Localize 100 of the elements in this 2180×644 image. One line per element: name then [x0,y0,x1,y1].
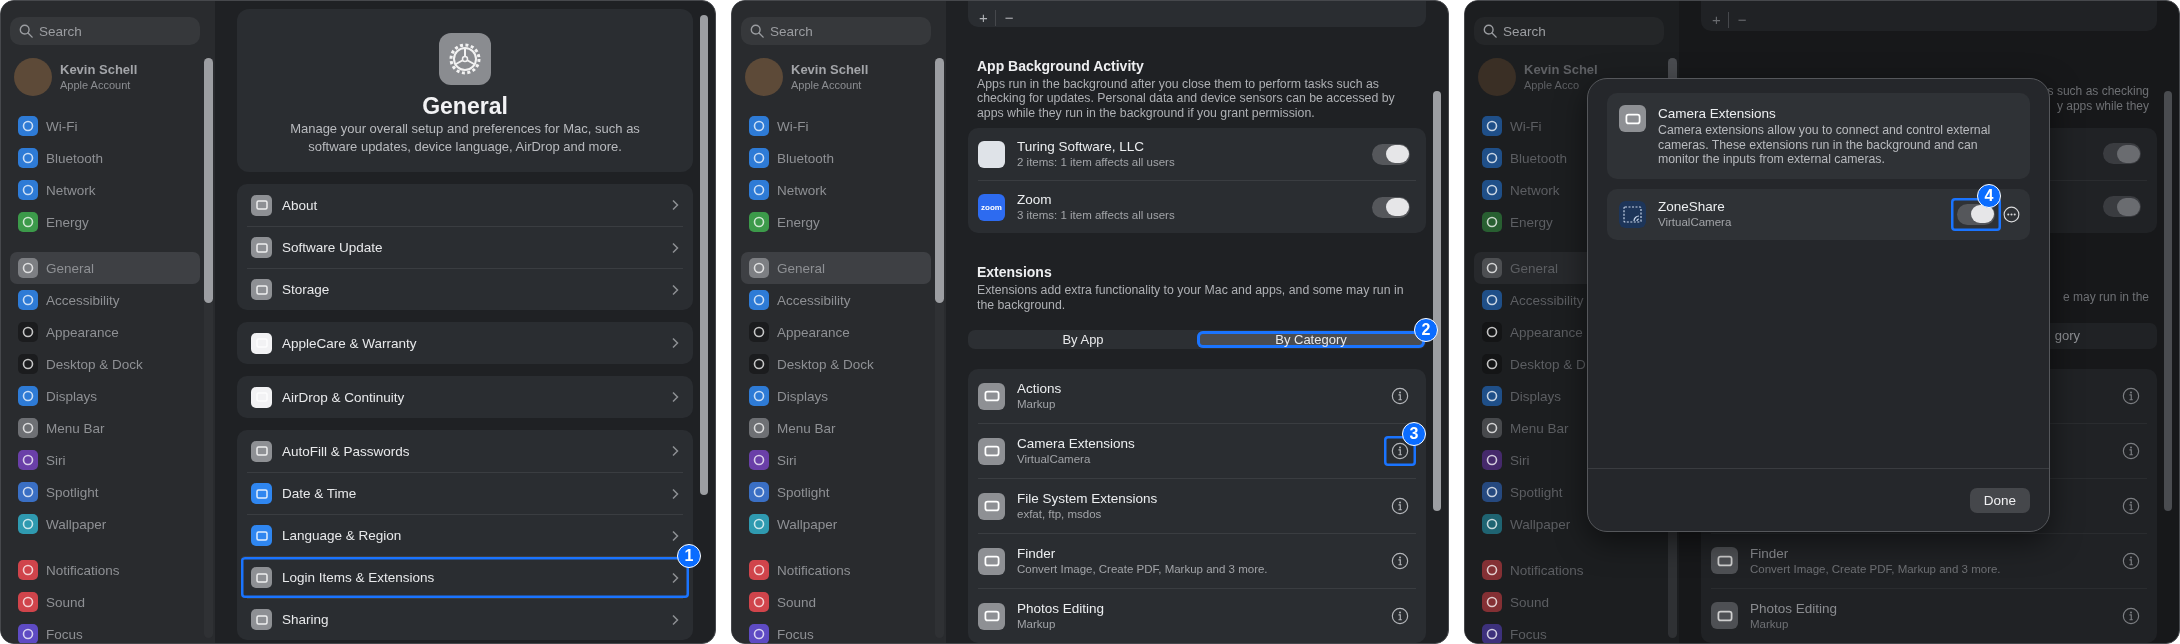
scrollbar-thumb[interactable] [204,58,213,303]
row-label: Sharing [282,612,329,627]
sidebar-item[interactable]: Spotlight [741,476,931,508]
settings-row[interactable]: Software Update [247,226,683,268]
sidebar-item[interactable]: Displays [741,380,931,412]
extension-subtitle: exfat, ftp, msdos [1017,507,1103,522]
sidebar-item[interactable]: Bluetooth [741,142,931,174]
sidebar-item[interactable]: Spotlight [1474,476,1664,508]
toolbar-button[interactable]: + [972,9,996,26]
settings-row[interactable]: Language & Region [247,514,683,556]
extension-subtitle: Convert Image, Create PDF, Markup and 3 more. [1750,562,2001,577]
sidebar-item[interactable]: Sound [741,586,931,618]
sidebar-item[interactable]: General [10,252,200,284]
app-name: Turing Software, LLC [1017,138,1146,155]
search-icon [19,24,33,38]
search-icon [1483,24,1497,38]
settings-row[interactable]: AppleCare & Warranty [247,322,683,364]
extension-title: Photos Editing [1017,600,1105,617]
sidebar-item[interactable]: Wi-Fi [741,110,931,142]
settings-row[interactable]: AirDrop & Continuity [247,376,683,418]
sidebar-item[interactable]: Displays [1474,380,1664,412]
avatar-photo-placeholder [745,58,783,96]
sidebar-item[interactable]: Network [741,174,931,206]
sidebar-item[interactable]: Accessibility [741,284,931,316]
toolbar-button[interactable]: − [1730,12,1754,29]
settings-row[interactable]: Date & Time [247,472,683,514]
settings-row[interactable]: About [247,184,683,226]
toolbar-button[interactable]: + [1705,12,1729,29]
info-icon [2122,607,2140,625]
sidebar-item[interactable]: Wi-Fi [10,110,200,142]
info-icon [1391,387,1409,405]
segment-tab[interactable]: gory [2054,324,2080,348]
app-detail: 2 items: 1 item affects all users [1017,155,1175,170]
sidebar-item[interactable]: Siri [10,444,200,476]
extension-title: Finder [1750,545,1790,562]
sidebar-item[interactable]: Bluetooth [10,142,200,174]
sidebar-item[interactable]: Energy [741,206,931,238]
step-badge: 1 [677,544,701,568]
sidebar-item[interactable]: Appearance [1474,316,1664,348]
extension-title: Actions [1017,380,1062,397]
sidebar-item[interactable]: Spotlight [10,476,200,508]
scrollbar-thumb[interactable] [935,58,944,303]
section-title: App Background Activity [977,56,1145,75]
row-label: About [282,197,318,213]
avatar-photo-placeholder [1478,58,1516,96]
search-field[interactable]: Search [741,17,931,45]
settings-row[interactable]: Storage [247,268,683,310]
row-label: AppleCare & Warranty [282,335,417,351]
chevron-icon [671,529,679,542]
sidebar-item[interactable]: Menu Bar [1474,412,1664,444]
sidebar-item[interactable]: Focus [1474,618,1664,643]
done-button[interactable]: Done [1969,487,2030,513]
extension-subtitle: Convert Image, Create PDF, Markup and 3 more. [1017,562,1268,577]
sidebar-item[interactable]: Sound [10,586,200,618]
scrollbar-thumb[interactable] [1433,91,1441,511]
sidebar-item[interactable]: Network [10,174,200,206]
sidebar-item[interactable]: Wallpaper [10,508,200,540]
sidebar-item[interactable]: Desktop & Dock [741,348,931,380]
chevron-icon [671,283,679,296]
sidebar-item[interactable]: Notifications [1474,554,1664,586]
chevron-icon [671,199,679,211]
extension-title: Finder [1017,545,1057,562]
sidebar-item[interactable]: Notifications [741,554,931,586]
search-field[interactable]: Search [1474,17,1664,45]
section-description: e may run in the [2062,290,2149,305]
sidebar-item[interactable]: Accessibility [10,284,200,316]
sidebar-item[interactable]: Displays [10,380,200,412]
sidebar-item[interactable]: Sound [1474,586,1664,618]
settings-row[interactable]: Sharing [247,598,683,640]
sidebar-item[interactable]: Siri [1474,444,1664,476]
extension-detail: VirtualCamera [1658,215,1732,230]
search-field[interactable]: Search [10,17,200,45]
step-badge: 2 [1414,318,1438,342]
settings-row[interactable]: AutoFill & Passwords [247,430,683,472]
info-icon [1391,607,1409,625]
sidebar-item[interactable]: Desktop & Dock [10,348,200,380]
sidebar-item[interactable]: Appearance [10,316,200,348]
sidebar-item[interactable]: General [741,252,931,284]
scrollbar-thumb[interactable] [2164,91,2172,511]
scrollbar-thumb[interactable] [700,15,708,495]
sidebar-item[interactable]: Siri [741,444,931,476]
avatar-photo-placeholder [14,58,52,96]
extension-subtitle: Markup [1017,397,1057,412]
step-badge: 3 [1402,422,1426,446]
sidebar-item[interactable]: Notifications [10,554,200,586]
sidebar-item[interactable]: Wallpaper [741,508,931,540]
sidebar-item[interactable]: Wallpaper [1474,508,1664,540]
sidebar-item[interactable]: Focus [741,618,931,643]
sidebar-item[interactable]: Focus [10,618,200,643]
sidebar-item[interactable]: Accessibility [1474,284,1664,316]
segment-tab[interactable]: By App [969,331,1197,348]
sidebar-item[interactable]: Energy [10,206,200,238]
extension-subtitle: Markup [1750,617,1790,632]
sidebar-item[interactable]: Desktop & D [1474,348,1664,380]
sidebar-item[interactable]: Menu Bar [741,412,931,444]
more-icon[interactable] [2003,205,2020,223]
toolbar-button[interactable]: − [997,9,1021,26]
chevron-icon [671,241,679,254]
sidebar-item[interactable]: Appearance [741,316,931,348]
sidebar-item[interactable]: Menu Bar [10,412,200,444]
